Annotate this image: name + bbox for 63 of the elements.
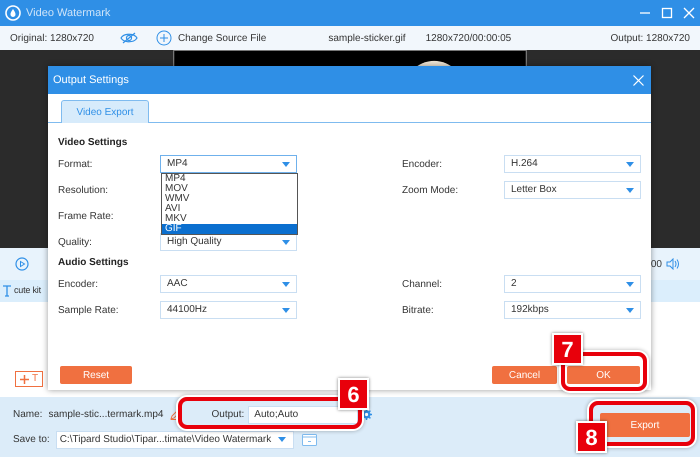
dropdown-arrow-icon[interactable] [278, 437, 286, 442]
maximize-icon[interactable] [661, 7, 673, 19]
dropdown-option[interactable]: GIF [162, 224, 297, 234]
dropdown-option[interactable]: MOV [162, 184, 297, 194]
save-to-label: Save to: [13, 433, 50, 447]
output-field[interactable]: Auto;Auto [248, 406, 358, 424]
save-path-field[interactable]: C:\Tipard Studio\Tipar...timate\Video Watermark [56, 430, 294, 448]
step-number-badge: 7 [552, 333, 583, 365]
output-resolution-label: Output: 1280x720 [610, 32, 690, 46]
name-label: Name: [13, 408, 42, 422]
time-label: 00 [650, 258, 662, 272]
window-title: Video Watermark [26, 6, 110, 21]
file-name: sample-sticker.gif [328, 32, 406, 46]
output-label: Output: [211, 408, 244, 422]
hide-eye-icon[interactable] [120, 32, 138, 44]
close-icon[interactable] [683, 7, 695, 19]
field-label: Quality: [58, 236, 93, 250]
plus-icon [20, 374, 29, 384]
file-info: 1280x720/00:00:05 [426, 32, 512, 46]
field-label: Frame Rate: [58, 210, 115, 224]
close-icon[interactable] [633, 74, 644, 86]
field-label: Format: [58, 158, 94, 172]
dropdown[interactable]: AAC [160, 275, 297, 293]
dropdown[interactable]: 44100Hz [160, 301, 297, 319]
dropdown[interactable]: 192kbps [504, 301, 641, 319]
dropdown-option[interactable]: MKV [162, 214, 297, 224]
dropdown[interactable]: 2 [504, 275, 641, 293]
app-logo-icon [5, 5, 21, 21]
add-icon[interactable] [156, 30, 172, 46]
field-label: Bitrate: [402, 304, 435, 318]
layer-name: cute kit [14, 284, 41, 298]
field-label: Channel: [402, 278, 444, 292]
file-name-value: sample-stic...termark.mp4 [48, 408, 164, 422]
dialog-title: Output Settings [53, 72, 129, 88]
dropdown-arrow-icon[interactable] [626, 282, 634, 286]
section-title: Video Settings [58, 136, 128, 150]
dropdown-option[interactable]: WMV [162, 194, 297, 204]
field-label: Encoder: [58, 278, 100, 292]
field-label: Encoder: [402, 158, 444, 172]
dropdown-option[interactable]: MP4 [162, 174, 297, 184]
save-path: C:\Tipard Studio\Tipar...timate\Video Watermark [60, 433, 272, 447]
dropdown-arrow-icon[interactable] [282, 308, 290, 312]
dropdown-arrow-icon[interactable] [282, 282, 290, 286]
dropdown[interactable]: Letter Box [504, 181, 641, 199]
dropdown-arrow-icon[interactable] [282, 162, 290, 166]
dropdown-arrow-icon[interactable] [282, 240, 290, 244]
resolution-label: Original: 1280x720 [10, 32, 94, 46]
field-label: Sample Rate: [58, 304, 120, 318]
volume-icon[interactable] [666, 258, 680, 270]
folder-icon[interactable] [302, 434, 318, 446]
dropdown-arrow-icon[interactable] [626, 188, 634, 192]
field-label: Zoom Mode: [402, 184, 460, 198]
field-label: Resolution: [58, 184, 110, 198]
section-title: Audio Settings [58, 256, 130, 270]
step-number-badge: 8 [576, 421, 607, 453]
text-icon [2, 285, 12, 297]
dropdown-option[interactable]: AVI [162, 204, 297, 214]
dropdown-arrow-icon[interactable] [626, 162, 634, 166]
step-number-badge: 6 [338, 378, 369, 410]
dropdown[interactable]: H.264 [504, 155, 641, 173]
dropdown-arrow-icon[interactable] [626, 308, 634, 312]
play-icon[interactable] [15, 257, 29, 271]
change-source-link[interactable]: Change Source File [178, 30, 266, 46]
